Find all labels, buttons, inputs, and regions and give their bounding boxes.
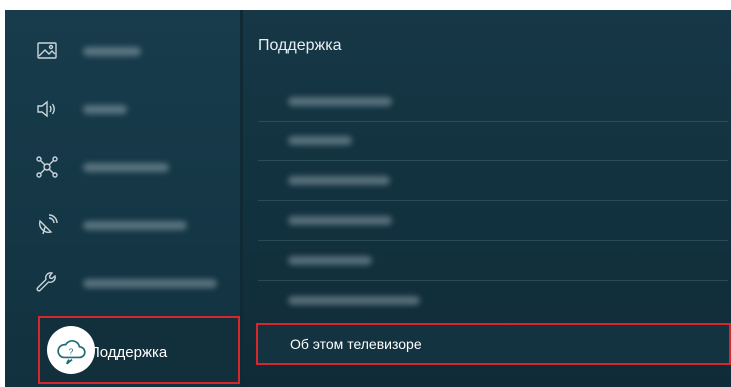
menu-item-smart-tips-guide[interactable] bbox=[258, 203, 728, 239]
page-title: Поддержка bbox=[258, 37, 342, 54]
menu-item-remote-management[interactable] bbox=[258, 283, 728, 319]
menu-item-label-blurred bbox=[288, 216, 392, 225]
sound-icon bbox=[33, 95, 61, 123]
menu-item-about-tv-label: Об этом телевизоре bbox=[290, 336, 422, 352]
menu-divider bbox=[258, 240, 728, 241]
menu-item-label-blurred bbox=[288, 97, 392, 106]
sidebar-item-label-blurred bbox=[83, 47, 141, 56]
sidebar-item-broadcasting[interactable] bbox=[5, 205, 240, 245]
connection-icon bbox=[33, 153, 61, 181]
menu-item-label-blurred bbox=[288, 176, 390, 185]
menu-item-open-manual[interactable] bbox=[258, 243, 728, 279]
menu-item-device-care[interactable] bbox=[258, 123, 728, 159]
sidebar-item-sound[interactable] bbox=[5, 89, 240, 129]
menu-divider bbox=[258, 200, 728, 201]
sidebar-item-general[interactable] bbox=[5, 263, 240, 303]
menu-item-software-update[interactable] bbox=[258, 84, 728, 120]
sidebar-item-label-blurred bbox=[83, 105, 127, 114]
menu-item-about-tv[interactable]: Об этом телевизоре bbox=[256, 323, 731, 365]
sidebar-item-connection[interactable] bbox=[5, 147, 240, 187]
menu-item-access-guide[interactable] bbox=[258, 163, 728, 199]
menu-divider bbox=[258, 160, 728, 161]
sidebar-item-label-blurred bbox=[83, 279, 217, 288]
sidebar-item-picture[interactable] bbox=[5, 31, 240, 71]
sidebar-item-support-label: Поддержка bbox=[89, 344, 168, 361]
wrench-icon bbox=[33, 269, 61, 297]
panel-divider bbox=[240, 10, 243, 387]
menu-item-label-blurred bbox=[288, 256, 372, 265]
sidebar-item-label-blurred bbox=[83, 163, 169, 172]
menu-divider bbox=[258, 121, 728, 122]
broadcasting-icon bbox=[33, 211, 61, 239]
picture-icon bbox=[33, 37, 61, 65]
svg-text:?: ? bbox=[69, 346, 74, 356]
settings-sidebar: ? Поддержка bbox=[5, 10, 240, 387]
menu-divider bbox=[258, 280, 728, 281]
menu-item-label-blurred bbox=[288, 136, 352, 145]
menu-item-label-blurred bbox=[288, 296, 420, 305]
support-cloud-icon: ? bbox=[47, 326, 95, 374]
tv-settings-screen: ? Поддержка Поддержка Об этом телевизоре bbox=[5, 10, 731, 387]
sidebar-item-label-blurred bbox=[83, 221, 187, 230]
